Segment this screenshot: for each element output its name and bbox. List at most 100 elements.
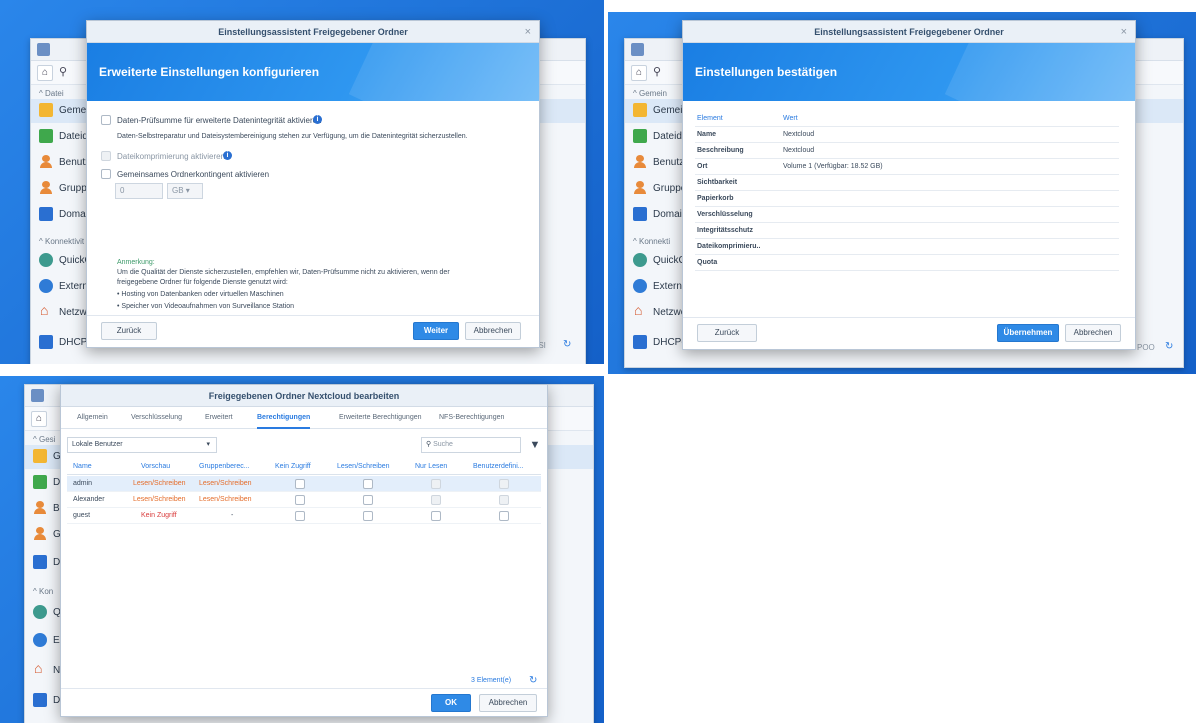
globe-icon (39, 279, 53, 293)
table-row: Dateikomprimieru.. (695, 239, 1119, 255)
group-icon (33, 527, 47, 541)
file-services-icon (633, 129, 647, 143)
ok-button[interactable]: OK (431, 694, 471, 712)
file-services-icon (39, 129, 53, 143)
read-only-checkbox[interactable] (431, 511, 441, 521)
network-icon (33, 660, 47, 677)
table-row: Quota (695, 255, 1119, 271)
table-header: Element Wert (695, 111, 1119, 127)
banner-title: Einstellungen bestätigen (695, 65, 838, 79)
tab-nfs-permissions[interactable]: NFS-Berechtigungen (439, 407, 504, 429)
quota-label: Gemeinsames Ordnerkontingent aktivieren (117, 170, 270, 179)
checksum-label: Daten-Prüfsumme für erweiterte Dateninte… (117, 116, 322, 125)
table-row: Papierkorb (695, 191, 1119, 207)
user-icon (633, 155, 647, 169)
custom-checkbox[interactable] (499, 479, 509, 489)
quota-input[interactable]: 0 (115, 183, 163, 199)
tab-advanced-permissions[interactable]: Erweiterte Berechtigungen (339, 407, 422, 429)
back-button[interactable]: Zurück (101, 322, 157, 340)
read-write-checkbox[interactable] (363, 511, 373, 521)
cancel-button[interactable]: Abbrechen (465, 322, 521, 340)
table-row: Integritätsschutz (695, 223, 1119, 239)
refresh-icon[interactable]: ↻ (563, 339, 571, 350)
dialog-title: Freigegebenen Ordner Nextcloud bearbeite… (61, 385, 547, 407)
read-write-checkbox[interactable] (363, 495, 373, 505)
network-icon (39, 302, 53, 319)
search-icon[interactable]: ⚲ (59, 65, 67, 78)
note-line-2: freigegebene Ordner für folgende Dienste… (117, 279, 288, 286)
quota-unit-select[interactable]: GB ▾ (167, 183, 203, 199)
info-icon[interactable]: i (223, 151, 232, 160)
custom-checkbox[interactable] (499, 511, 509, 521)
tab-permissions[interactable]: Berechtigungen (257, 407, 311, 429)
control-panel-icon (31, 389, 44, 402)
table-row[interactable]: admin Lesen/Schreiben Lesen/Schreiben (67, 476, 541, 492)
note-bullet-1: • Hosting von Datenbanken oder virtuelle… (117, 291, 284, 298)
note-line-1: Um die Qualität der Dienste sicherzustel… (117, 269, 450, 276)
no-access-checkbox[interactable] (295, 511, 305, 521)
custom-checkbox[interactable] (499, 495, 509, 505)
control-panel-icon (37, 43, 50, 56)
dialog-title: Einstellungsassistent Freigegebener Ordn… (87, 21, 539, 43)
table-row[interactable]: Alexander Lesen/Schreiben Lesen/Schreibe… (67, 492, 541, 508)
no-access-checkbox[interactable] (295, 495, 305, 505)
tab-general[interactable]: Allgemein (77, 407, 108, 429)
dialog-footer: OK Abbrechen (61, 688, 547, 716)
screenshot-panel-edit-permissions: ⌂ ^ Gesi Gem Da Be Gr Do ^ Kon Qu Ex Ne … (0, 376, 604, 723)
bg-footer-text: POO (1137, 343, 1155, 352)
home-button[interactable]: ⌂ (631, 65, 647, 81)
home-button[interactable]: ⌂ (37, 65, 53, 81)
close-icon[interactable]: × (525, 21, 531, 43)
dhcp-icon (633, 335, 647, 349)
sidebar-section-file: ^ Datei (39, 89, 64, 98)
no-access-checkbox[interactable] (295, 479, 305, 489)
quickconnect-icon (33, 605, 47, 619)
back-button[interactable]: Zurück (697, 324, 757, 342)
domain-icon (633, 207, 647, 221)
banner-title: Erweiterte Einstellungen konfigurieren (99, 65, 320, 79)
quickconnect-icon (39, 253, 53, 267)
refresh-icon[interactable]: ↻ (1165, 341, 1173, 352)
filter-icon[interactable]: ▼ (527, 437, 543, 453)
permissions-table: Name Vorschau Gruppenberec... Kein Zugri… (67, 459, 541, 679)
apply-button[interactable]: Übernehmen (997, 324, 1059, 342)
checksum-checkbox[interactable] (101, 115, 111, 125)
tab-advanced[interactable]: Erweitert (205, 407, 233, 429)
quota-checkbox[interactable] (101, 169, 111, 179)
info-icon[interactable]: i (313, 115, 322, 124)
user-type-select[interactable]: Lokale Benutzer ▾ (67, 437, 217, 453)
table-row: Sichtbarkeit (695, 175, 1119, 191)
search-icon[interactable]: ⚲ (653, 65, 661, 78)
refresh-icon[interactable]: ↻ (529, 675, 537, 686)
dialog-banner: Erweiterte Einstellungen konfigurieren (87, 43, 539, 101)
dhcp-icon (39, 335, 53, 349)
screenshot-panel-confirm-settings: ⌂ ⚲ ^ Gemein Gemein Dateidie Benutze Gru… (608, 12, 1196, 374)
cancel-button[interactable]: Abbrechen (479, 694, 537, 712)
folder-icon (39, 103, 53, 117)
note-bullet-2: • Speicher von Videoaufnahmen von Survei… (117, 303, 295, 310)
compression-label: Dateikomprimierung aktivieren (117, 152, 226, 161)
table-row: Ort Volume 1 (Verfügbar: 18.52 GB) (695, 159, 1119, 175)
read-only-checkbox[interactable] (431, 495, 441, 505)
read-only-checkbox[interactable] (431, 479, 441, 489)
cancel-button[interactable]: Abbrechen (1065, 324, 1121, 342)
control-panel-icon (631, 43, 644, 56)
tab-encryption[interactable]: Verschlüsselung (131, 407, 182, 429)
globe-icon (33, 633, 47, 647)
file-services-icon (33, 475, 47, 489)
edit-folder-dialog: Freigegebenen Ordner Nextcloud bearbeite… (60, 384, 548, 717)
read-write-checkbox[interactable] (363, 479, 373, 489)
group-icon (633, 181, 647, 195)
next-button[interactable]: Weiter (413, 322, 459, 340)
search-input[interactable]: ⚲ Suche (421, 437, 521, 453)
domain-icon (33, 555, 47, 569)
table-row[interactable]: guest Kein Zugriff - (67, 508, 541, 524)
close-icon[interactable]: × (1121, 21, 1127, 43)
folder-icon (633, 103, 647, 117)
table-row: Verschlüsselung (695, 207, 1119, 223)
home-button[interactable]: ⌂ (31, 411, 47, 427)
checksum-description: Daten-Selbstreparatur und Dateisystember… (117, 133, 468, 140)
tab-bar: Allgemein Verschlüsselung Erweitert Bere… (61, 407, 547, 429)
compression-checkbox[interactable] (101, 151, 111, 161)
chevron-down-icon: ▾ (206, 441, 210, 448)
